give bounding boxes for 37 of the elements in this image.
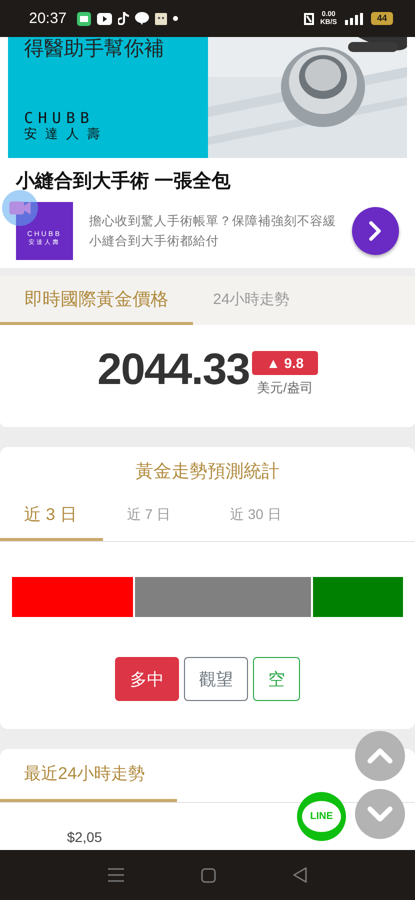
section-title: 最近24小時走勢 xyxy=(23,763,146,785)
tab[interactable]: 24小時走勢 xyxy=(193,276,310,325)
price-change: ▲ 9.8 xyxy=(252,351,318,375)
brand-name: CHUBB xyxy=(24,110,96,126)
speech-bubble-icon xyxy=(134,12,149,25)
face-icon xyxy=(154,12,167,24)
scroll-up-button[interactable] xyxy=(355,731,405,781)
banner-headline: 得醫助手幫你補 xyxy=(24,38,165,60)
period-tab[interactable]: 近 3 日 xyxy=(0,493,103,541)
ad-banner[interactable]: 得醫助手幫你補 CHUBB 安達人壽 xyxy=(8,37,208,158)
battery-indicator: 44 xyxy=(370,12,393,25)
menu-icon[interactable] xyxy=(108,868,124,882)
period-tab[interactable]: 近 30 日 xyxy=(206,493,309,541)
axis-label: $2,05 xyxy=(67,829,102,845)
ad-description: 擔心收到驚人手術帳單？保障補強刻不容緩 小縫合到大手術都給付 xyxy=(88,213,336,250)
period-tab[interactable]: 近 7 日 xyxy=(103,493,206,541)
back-icon[interactable] xyxy=(292,867,307,883)
dot-icon xyxy=(172,16,178,21)
clock: 20:37 xyxy=(29,10,67,27)
price-unit: 美元/盎司 xyxy=(257,379,313,397)
video-camera-icon[interactable] xyxy=(2,190,38,226)
brand-subtitle: 安達人壽 xyxy=(24,126,109,142)
chevron-down-icon xyxy=(367,806,393,822)
note-icon xyxy=(118,12,129,25)
chevron-up-icon xyxy=(367,748,393,764)
signal-icon xyxy=(342,12,365,24)
chat-icon xyxy=(76,12,91,26)
home-icon[interactable] xyxy=(200,868,216,882)
section-title: 黃金走勢預測統計 xyxy=(134,460,280,483)
next-button[interactable] xyxy=(352,207,399,255)
vote-button[interactable]: 空 xyxy=(253,657,300,701)
vote-button[interactable]: 觀望 xyxy=(184,657,248,701)
vote-button[interactable]: 多中 xyxy=(115,657,179,701)
price-value: 2044.33 xyxy=(97,345,250,395)
chevron-right-icon xyxy=(368,220,382,242)
play-icon xyxy=(96,12,112,24)
ad-headline: 小縫合到大手術 一張全包 xyxy=(14,170,232,194)
